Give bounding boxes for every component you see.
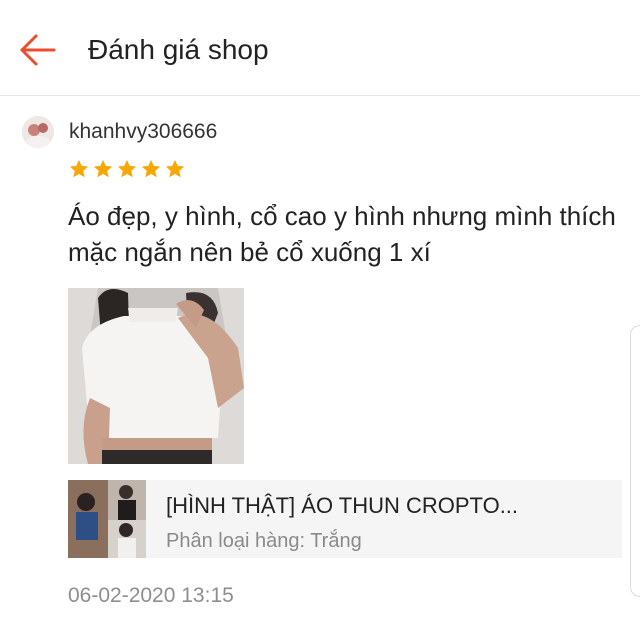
- review-photo-image: [68, 288, 244, 464]
- scroll-indicator[interactable]: [630, 325, 640, 597]
- product-variant: Phân loại hàng: Trắng: [166, 530, 362, 552]
- reviewer-avatar[interactable]: [22, 116, 54, 148]
- product-thumbnail-image: [68, 480, 146, 558]
- rating-stars: [68, 158, 186, 182]
- star-icon: [165, 159, 185, 178]
- star-icon: [69, 159, 89, 178]
- star-icon: [117, 159, 137, 178]
- avatar-image: [22, 116, 54, 148]
- reviewer-username: khanhvy306666: [69, 120, 218, 143]
- back-button[interactable]: [14, 28, 62, 72]
- star-icon: [141, 159, 161, 178]
- review-photo[interactable]: [68, 288, 244, 464]
- review-date: 06-02-2020 13:15: [68, 584, 234, 607]
- page-title: Đánh giá shop: [88, 34, 269, 65]
- arrow-left-icon: [20, 34, 56, 66]
- product-card[interactable]: [HÌNH THẬT] ÁO THUN CROPTO... Phân loại …: [68, 480, 622, 558]
- product-thumbnail: [68, 480, 146, 558]
- top-bar: Đánh giá shop: [0, 0, 640, 96]
- product-name: [HÌNH THẬT] ÁO THUN CROPTO...: [166, 493, 519, 518]
- star-icon: [93, 159, 113, 178]
- review-text: Áo đẹp, y hình, cổ cao y hình nhưng mình…: [68, 201, 616, 267]
